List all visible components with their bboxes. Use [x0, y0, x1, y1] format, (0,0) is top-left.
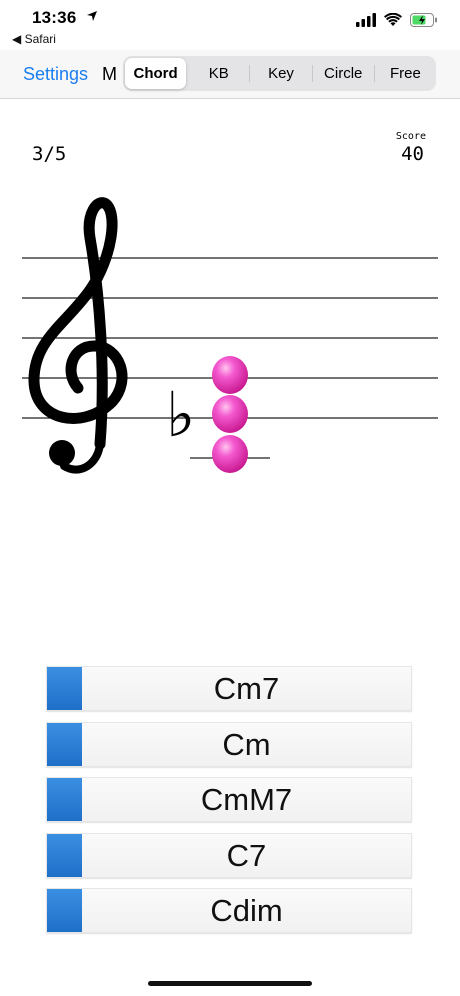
answer-marker [47, 667, 82, 710]
status-time: 13:36 [32, 8, 77, 27]
answer-button[interactable]: Cm7 [46, 666, 412, 711]
mode-segmented-control: Chord KB Key Circle Free [123, 56, 436, 91]
chord-notes [212, 356, 248, 473]
treble-clef-icon [28, 197, 128, 474]
note-head [212, 435, 248, 473]
status-bar: 13:36 ◀ Safari [0, 0, 460, 50]
segment-free[interactable]: Free [375, 56, 436, 91]
clef-tail-dot [49, 440, 75, 466]
answer-label: Cm [222, 726, 271, 762]
segment-circle[interactable]: Circle [313, 56, 374, 91]
question-progress: 3/5 [32, 143, 67, 165]
flat-accidental: ♭ [166, 378, 195, 451]
note-head [212, 356, 248, 394]
score-value: 40 [401, 143, 424, 165]
answer-button[interactable]: Cdim [46, 888, 412, 933]
answer-button[interactable]: Cm [46, 721, 412, 767]
music-staff: ♭ [22, 197, 438, 474]
answer-label: CmM7 [200, 782, 293, 817]
segment-kb[interactable]: KB [188, 56, 249, 91]
home-indicator[interactable] [148, 981, 312, 986]
signal-icon [356, 13, 376, 27]
segment-key[interactable]: Key [250, 56, 311, 91]
answer-label: C7 [226, 837, 267, 873]
location-arrow-icon [86, 10, 98, 25]
answer-marker [47, 833, 82, 877]
back-to-safari-link[interactable]: ◀ Safari [12, 32, 56, 46]
answer-button[interactable]: C7 [46, 832, 412, 878]
note-head [212, 395, 248, 433]
answer-list: Cm7 Cm CmM7 C7 Cdim [46, 666, 412, 944]
truncated-title: M [102, 64, 117, 84]
score-label: Score [395, 131, 426, 142]
answer-label: Cdim [210, 893, 283, 928]
segment-chord[interactable]: Chord [125, 58, 187, 89]
answer-marker [47, 778, 82, 821]
settings-button[interactable]: Settings [23, 64, 88, 85]
battery-charging-icon [410, 13, 437, 27]
status-icons [356, 12, 438, 28]
answer-marker [47, 722, 82, 766]
answer-marker [47, 889, 82, 932]
wifi-icon [384, 13, 402, 26]
answer-label: Cm7 [213, 671, 280, 706]
answer-button[interactable]: CmM7 [46, 777, 412, 822]
